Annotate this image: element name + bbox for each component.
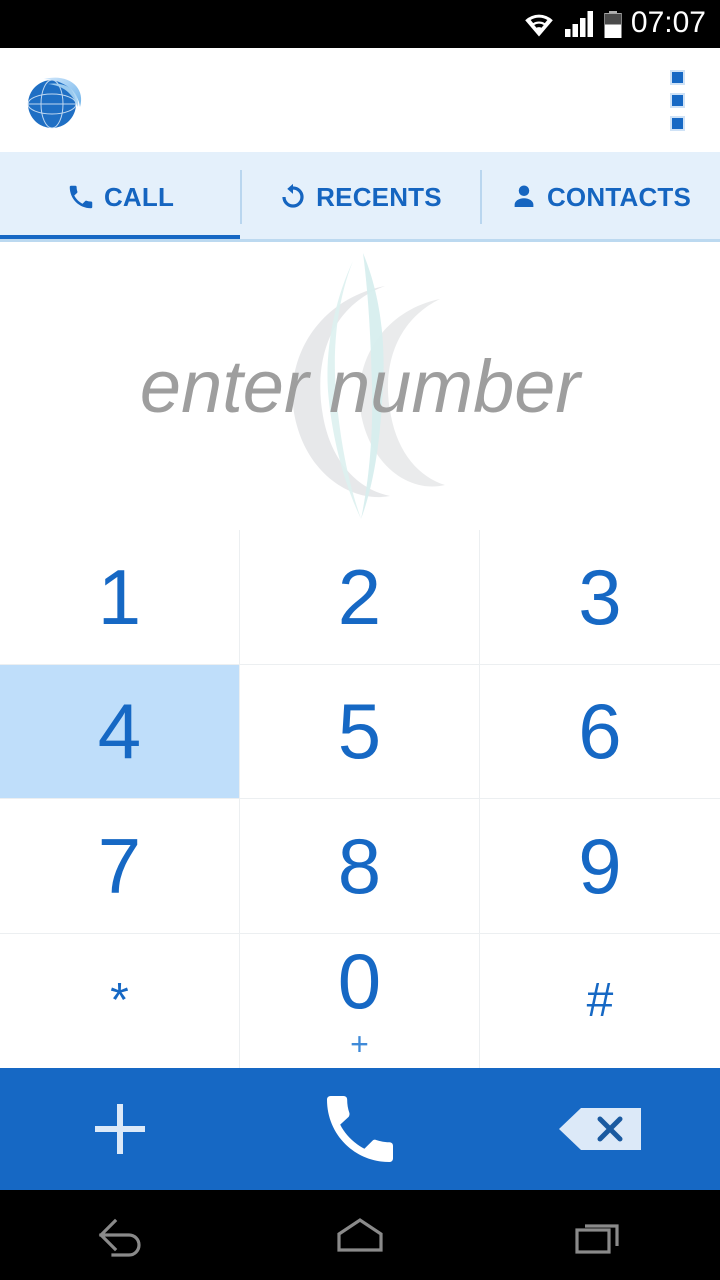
dialpad-key-9-label: 9	[578, 821, 622, 910]
phone-screen: 07:07 CALL RECENTS CONTACTS enter number…	[0, 0, 720, 1280]
backspace-button[interactable]	[480, 1068, 720, 1190]
history-icon	[282, 183, 304, 208]
wifi-icon	[525, 14, 553, 37]
dialpad-key-7-label: 7	[97, 821, 142, 910]
dialpad-key-hash[interactable]: #	[480, 933, 720, 1068]
dialpad-key-6-label: 6	[578, 687, 622, 776]
dialpad-key-3[interactable]: 3	[480, 530, 720, 665]
status-bar: 07:07	[0, 0, 720, 48]
number-display[interactable]: enter number	[0, 242, 720, 530]
dialpad-key-8-label: 8	[337, 821, 382, 910]
tab-bar: CALL RECENTS CONTACTS	[0, 152, 720, 242]
dialpad-key-2-label: 2	[337, 552, 382, 641]
back-arrow-icon	[98, 1218, 141, 1257]
dialpad-key-5[interactable]: 5	[240, 664, 480, 799]
tab-label-recents: RECENTS	[316, 181, 442, 212]
home-icon	[337, 1218, 383, 1252]
battery-icon	[604, 10, 622, 38]
dialpad-key-4[interactable]: 4	[0, 664, 240, 799]
overflow-menu-button[interactable]	[634, 48, 720, 152]
tab-contacts[interactable]: CONTACTS	[480, 152, 720, 242]
recents-overview-icon	[575, 1224, 619, 1254]
dialpad-key-0[interactable]: 0 +	[240, 933, 480, 1068]
dialpad-key-1-label: 1	[97, 552, 142, 641]
plus-icon	[95, 1104, 145, 1154]
dialpad-key-5-label: 5	[337, 687, 382, 776]
android-navigation-bar	[0, 1190, 720, 1280]
tab-call[interactable]: CALL	[0, 152, 240, 242]
dialer-action-bar	[0, 1068, 720, 1190]
dialpad-key-7[interactable]: 7	[0, 799, 240, 934]
dialpad-key-hash-label: #	[586, 973, 614, 1027]
overflow-dot-icon	[669, 115, 685, 131]
overflow-dot-icon	[669, 69, 685, 85]
nav-recents-button[interactable]	[540, 1190, 660, 1280]
backspace-delete-icon	[559, 1108, 641, 1150]
call-button[interactable]	[240, 1068, 480, 1190]
dialpad-key-0-plus-label: +	[350, 1025, 369, 1062]
dialpad: 1 2 3 4 5 6 7 8 9 * 0 + #	[0, 530, 720, 1068]
tab-label-call: CALL	[103, 181, 175, 212]
overflow-dot-icon	[669, 92, 685, 108]
dialpad-key-6[interactable]: 6	[480, 664, 720, 799]
nav-home-button[interactable]	[300, 1190, 420, 1280]
dialpad-key-4-label: 4	[97, 687, 142, 776]
nav-back-button[interactable]	[60, 1190, 180, 1280]
app-bar	[0, 48, 720, 152]
dialpad-key-8[interactable]: 8	[240, 799, 480, 934]
app-logo-globe	[22, 67, 88, 133]
add-contact-button[interactable]	[0, 1068, 240, 1190]
dialpad-key-2[interactable]: 2	[240, 530, 480, 665]
dialpad-key-1[interactable]: 1	[0, 530, 240, 665]
number-entry-placeholder: enter number	[139, 344, 581, 428]
dialpad-key-3-label: 3	[578, 552, 622, 641]
tab-recents[interactable]: RECENTS	[240, 152, 480, 242]
phone-icon	[69, 185, 93, 209]
tab-label-contacts: CONTACTS	[546, 181, 692, 212]
dialpad-key-star[interactable]: *	[0, 933, 240, 1068]
cellular-signal-icon	[564, 11, 593, 37]
phone-handset-icon	[327, 1096, 393, 1162]
status-bar-clock: 07:07	[630, 6, 706, 39]
dialpad-key-0-label: 0	[337, 936, 382, 1025]
dialpad-key-star-label: *	[110, 973, 129, 1027]
dialpad-key-9[interactable]: 9	[480, 799, 720, 934]
person-icon	[514, 185, 534, 207]
